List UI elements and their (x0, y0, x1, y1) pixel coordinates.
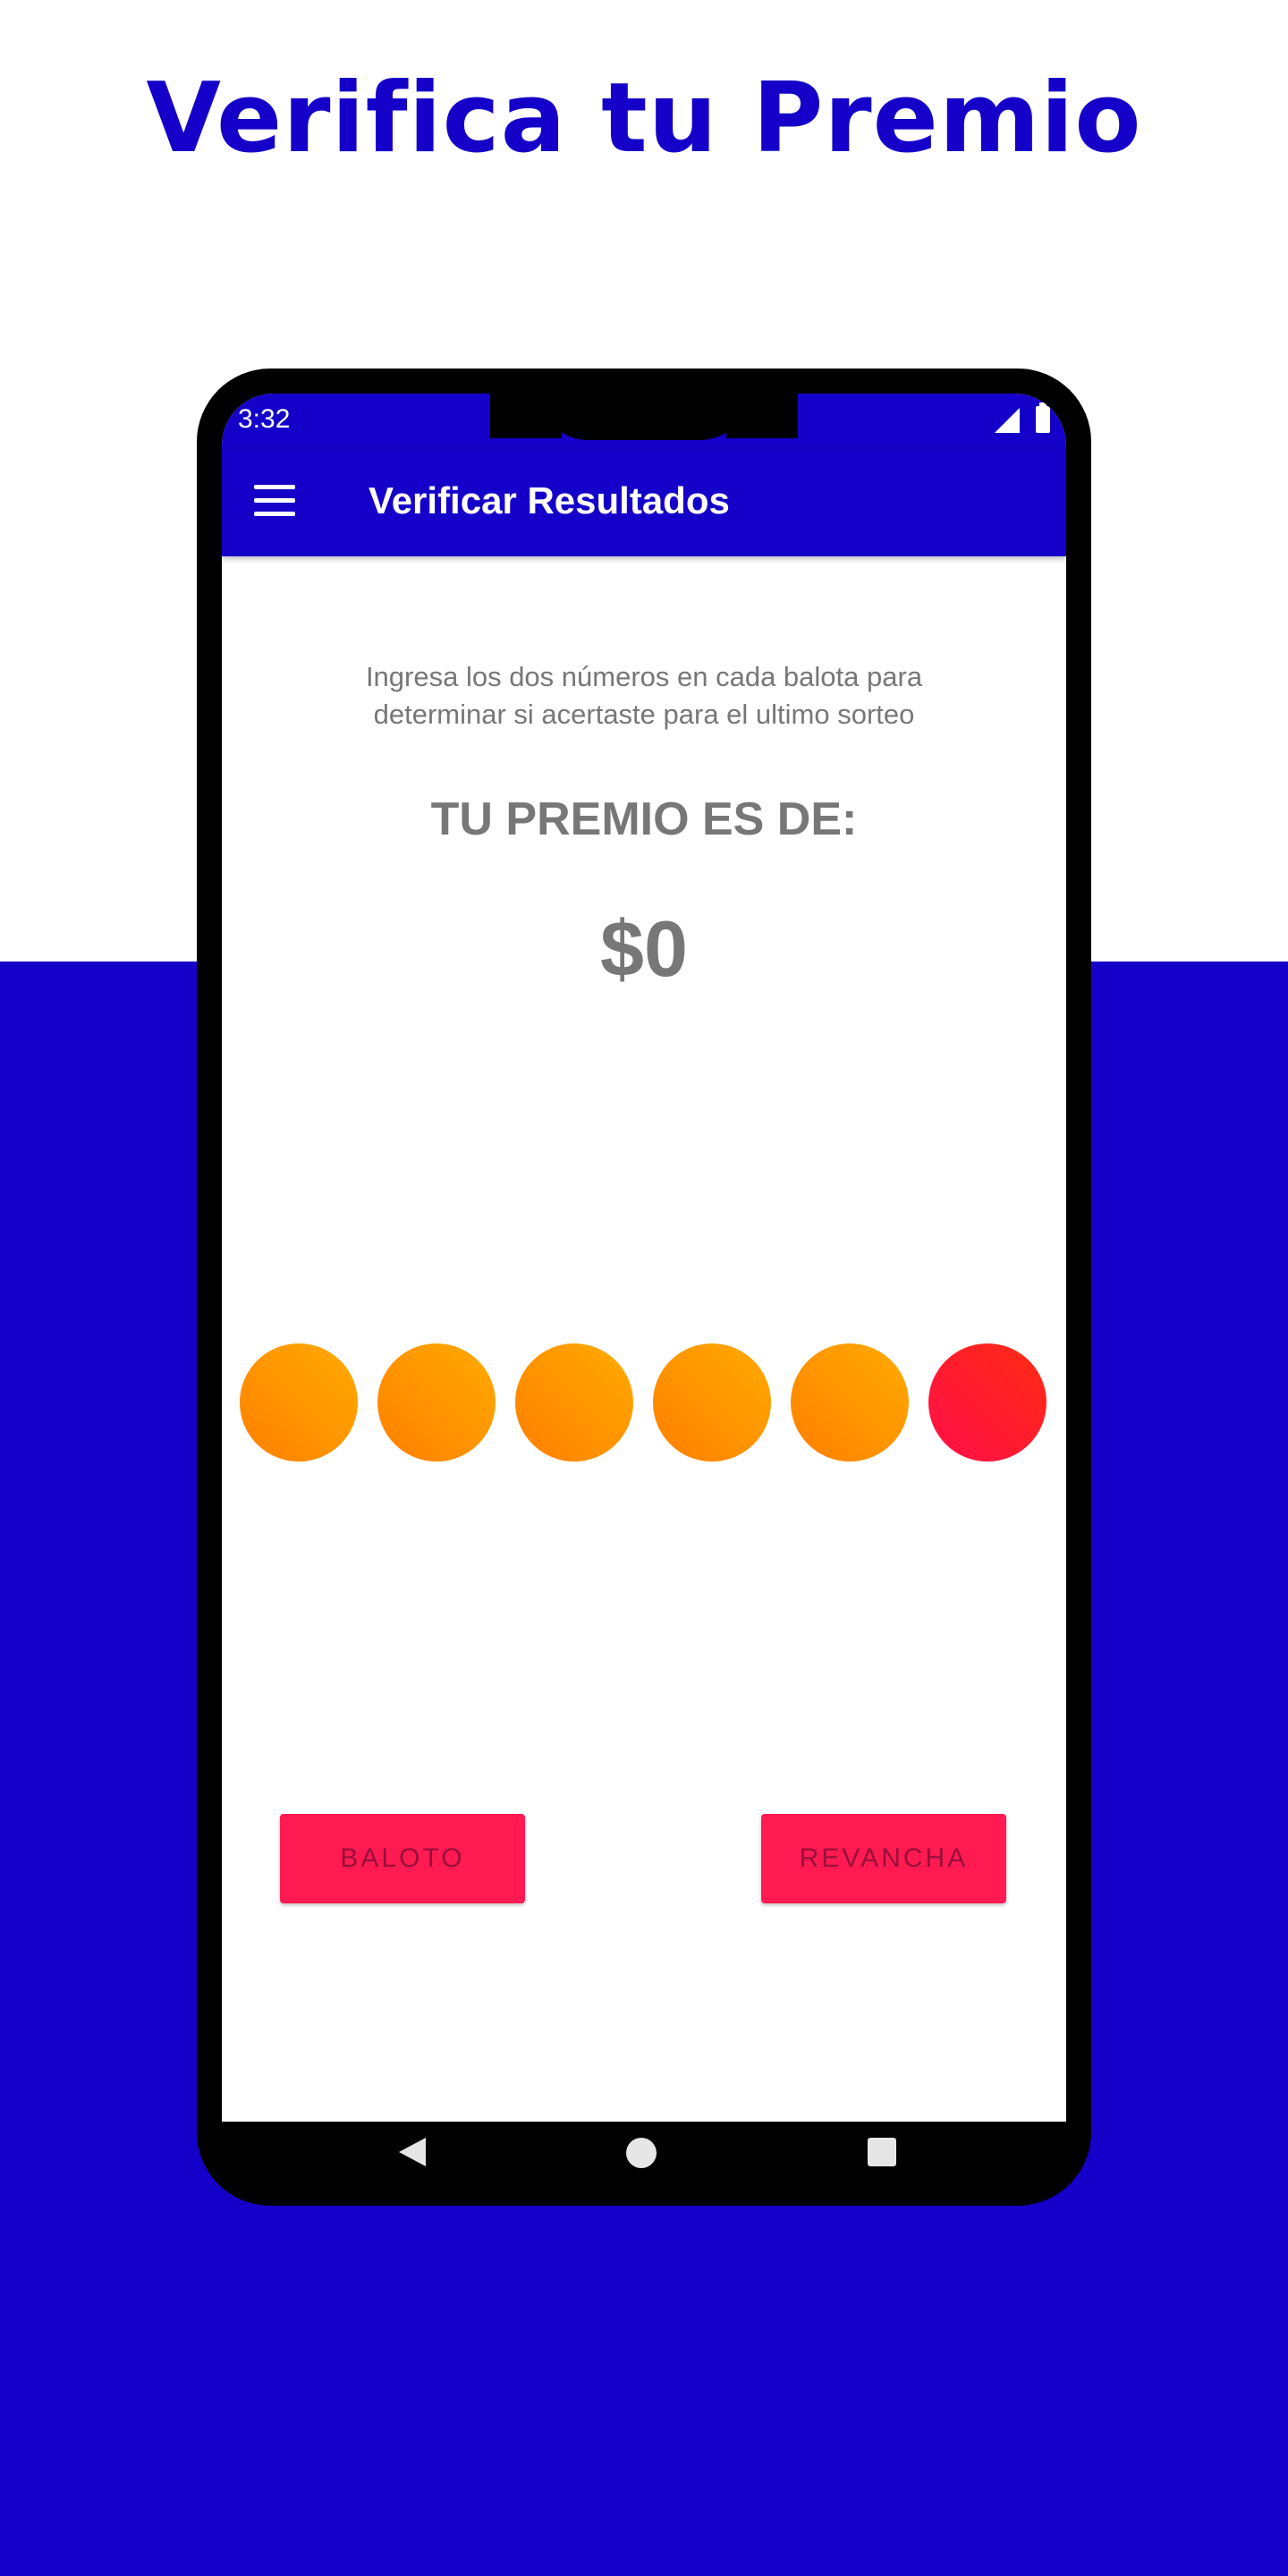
status-time: 3:32 (238, 404, 291, 434)
instructions-text: Ingresa los dos números en cada balota p… (365, 661, 923, 730)
lottery-balls (240, 1343, 1048, 1463)
home-icon[interactable] (626, 2138, 657, 2168)
app-bar-title: Verificar Resultados (369, 479, 730, 521)
phone-screen: 3:32 Verificar Resultados Ingresa los do… (222, 394, 1066, 2182)
camera-notch (537, 394, 751, 440)
ball-super[interactable] (928, 1343, 1046, 1462)
ball-5[interactable] (791, 1343, 909, 1462)
app-bar: Verificar Resultados (222, 449, 1066, 556)
status-bar: 3:32 (222, 394, 1066, 449)
nav-bar (222, 2122, 1066, 2182)
headline: Verifica tu Premio (146, 63, 1142, 174)
menu-icon[interactable] (254, 485, 295, 517)
prize-label: TU PREMIO ES DE: (430, 793, 858, 845)
recents-icon[interactable] (868, 2138, 896, 2166)
phone-frame: 3:32 Verificar Resultados Ingresa los do… (197, 369, 1091, 2206)
signal-icon (995, 408, 1020, 433)
baloto-button[interactable]: BALOTO (280, 1814, 525, 1903)
ball-1[interactable] (240, 1343, 358, 1462)
revancha-button[interactable]: REVANCHA (761, 1814, 1006, 1903)
ball-2[interactable] (377, 1343, 496, 1462)
prize-value: $0 (600, 904, 688, 993)
battery-icon (1036, 402, 1050, 433)
ball-3[interactable] (515, 1343, 633, 1462)
back-icon[interactable] (399, 2138, 426, 2166)
ball-4[interactable] (653, 1343, 771, 1462)
